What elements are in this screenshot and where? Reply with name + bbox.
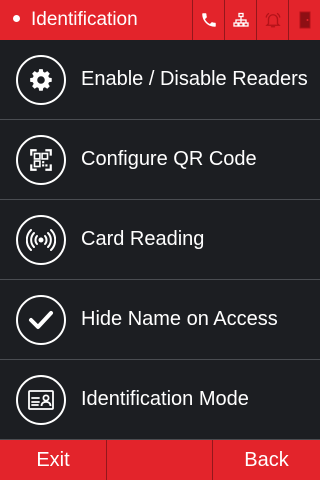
checkmark-icon xyxy=(16,295,66,345)
alarm-bell-icon[interactable] xyxy=(256,0,288,40)
menu-item-label: Enable / Disable Readers xyxy=(81,68,308,90)
menu-item-enable-disable-readers[interactable]: Enable / Disable Readers xyxy=(0,40,320,120)
phone-icon[interactable] xyxy=(192,0,224,40)
exit-button[interactable]: Exit xyxy=(0,440,107,480)
header-bar: Identification xyxy=(0,0,320,40)
menu-item-label: Configure QR Code xyxy=(81,148,257,170)
menu-item-label: Hide Name on Access xyxy=(81,308,278,330)
footer-spacer xyxy=(107,440,213,480)
menu-list: Enable / Disable Readers Configure QR Co… xyxy=(0,40,320,440)
qr-code-icon xyxy=(16,135,66,185)
menu-item-card-reading[interactable]: Card Reading xyxy=(0,200,320,280)
network-icon[interactable] xyxy=(224,0,256,40)
id-card-icon xyxy=(16,375,66,425)
page-title: Identification xyxy=(31,9,138,30)
menu-item-identification-mode[interactable]: Identification Mode xyxy=(0,360,320,440)
menu-item-label: Identification Mode xyxy=(81,388,249,410)
contactless-card-icon xyxy=(16,215,66,265)
bullet-dot xyxy=(13,15,20,22)
footer-bar: Exit Back xyxy=(0,440,320,480)
menu-item-label: Card Reading xyxy=(81,228,205,250)
menu-item-configure-qr-code[interactable]: Configure QR Code xyxy=(0,120,320,200)
menu-item-hide-name-on-access[interactable]: Hide Name on Access xyxy=(0,280,320,360)
back-button[interactable]: Back xyxy=(213,440,320,480)
door-icon[interactable] xyxy=(288,0,320,40)
gear-icon xyxy=(16,55,66,105)
